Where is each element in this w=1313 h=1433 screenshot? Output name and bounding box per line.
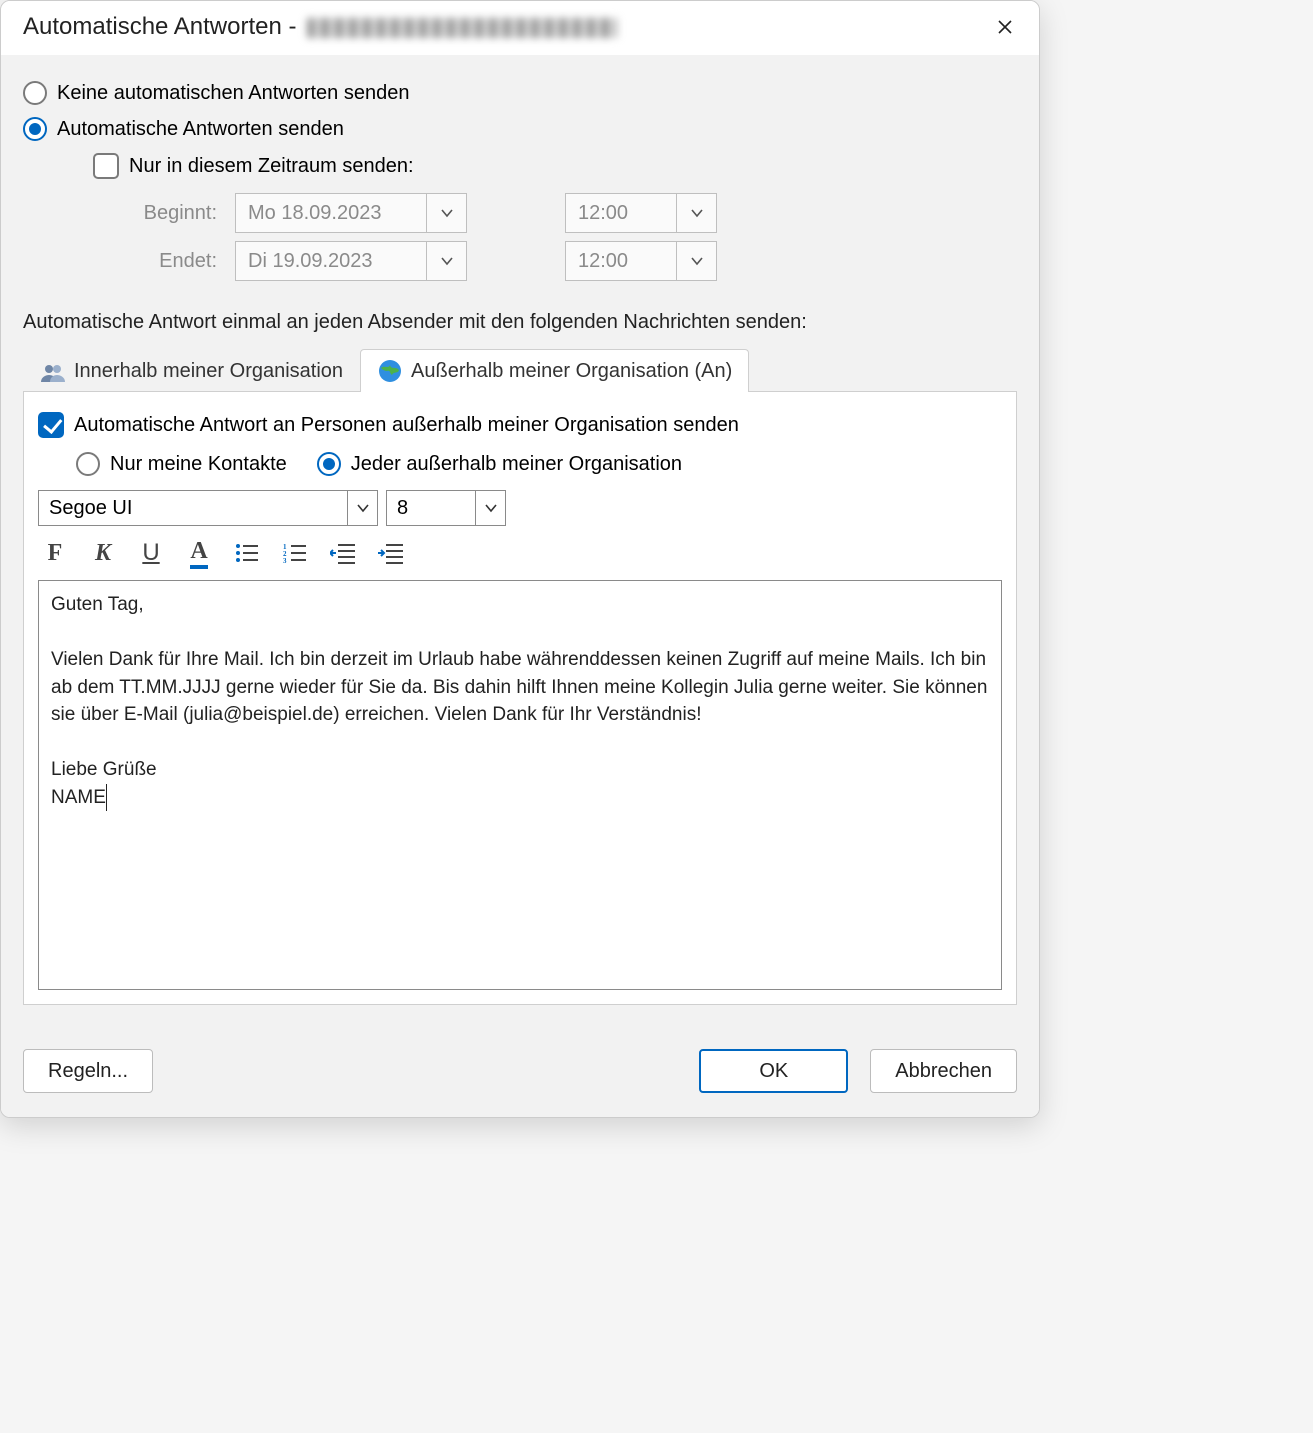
end-time-row: Endet: Di 19.09.2023 12:00 xyxy=(131,241,1017,281)
automatic-replies-dialog: Automatische Antworten - Keine automatis… xyxy=(0,0,1040,1118)
close-icon xyxy=(997,19,1013,35)
button-label: Regeln... xyxy=(48,1060,128,1083)
italic-button[interactable]: K xyxy=(88,538,118,568)
message-editor[interactable]: Guten Tag, Vielen Dank für Ihre Mail. Ic… xyxy=(38,580,1002,990)
font-size-value: 8 xyxy=(387,493,475,524)
underline-icon: U xyxy=(142,539,159,567)
bullet-list-icon xyxy=(235,542,259,564)
font-color-button[interactable]: A xyxy=(184,538,214,568)
bullet-list-button[interactable] xyxy=(232,538,262,568)
end-time-combo[interactable]: 12:00 xyxy=(565,241,717,281)
start-time-combo[interactable]: 12:00 xyxy=(565,193,717,233)
tab-inside-organization[interactable]: Innerhalb meiner Organisation xyxy=(23,351,360,391)
account-name-redacted xyxy=(307,18,617,38)
dialog-footer: Regeln... OK Abbrechen xyxy=(1,1027,1039,1117)
radio-everyone-outside[interactable]: Jeder außerhalb meiner Organisation xyxy=(317,452,682,476)
font-name-value: Segoe UI xyxy=(39,493,347,524)
ok-button[interactable]: OK xyxy=(699,1049,848,1093)
font-size-select[interactable]: 8 xyxy=(386,490,506,526)
radio-send-auto-replies[interactable]: Automatische Antworten senden xyxy=(23,111,1017,147)
radio-label: Nur meine Kontakte xyxy=(110,453,287,476)
font-name-select[interactable]: Segoe UI xyxy=(38,490,378,526)
button-label: Abbrechen xyxy=(895,1060,992,1083)
svg-text:3: 3 xyxy=(283,557,287,564)
underline-button[interactable]: U xyxy=(136,538,166,568)
radio-label: Keine automatischen Antworten senden xyxy=(57,82,409,105)
chevron-down-icon xyxy=(426,242,466,280)
bold-button[interactable]: F xyxy=(40,538,70,568)
numbered-list-button[interactable]: 123 xyxy=(280,538,310,568)
indent-button[interactable] xyxy=(376,538,406,568)
radio-label: Jeder außerhalb meiner Organisation xyxy=(351,453,682,476)
checkbox-icon xyxy=(93,153,119,179)
start-time-row: Beginnt: Mo 18.09.2023 12:00 xyxy=(131,193,1017,233)
tab-label: Außerhalb meiner Organisation (An) xyxy=(411,360,732,383)
radio-contacts-only[interactable]: Nur meine Kontakte xyxy=(76,452,287,476)
instruction-text: Automatische Antwort einmal an jeden Abs… xyxy=(23,311,1017,334)
checkbox-icon xyxy=(38,412,64,438)
titlebar: Automatische Antworten - xyxy=(1,1,1039,55)
end-date-value: Di 19.09.2023 xyxy=(236,242,426,280)
tab-label: Innerhalb meiner Organisation xyxy=(74,360,343,383)
close-button[interactable] xyxy=(987,9,1023,45)
start-date-combo[interactable]: Mo 18.09.2023 xyxy=(235,193,467,233)
chevron-down-icon xyxy=(347,491,377,525)
tabbar: Innerhalb meiner Organisation Außerhalb … xyxy=(23,348,1017,392)
bold-icon: F xyxy=(48,540,63,567)
end-date-combo[interactable]: Di 19.09.2023 xyxy=(235,241,467,281)
rules-button[interactable]: Regeln... xyxy=(23,1049,153,1093)
dialog-content: Keine automatischen Antworten senden Aut… xyxy=(1,55,1039,1027)
title-prefix: Automatische Antworten - xyxy=(23,13,303,40)
chevron-down-icon xyxy=(426,194,466,232)
checkbox-label: Automatische Antwort an Personen außerha… xyxy=(74,414,739,437)
tab-outside-organization[interactable]: Außerhalb meiner Organisation (An) xyxy=(360,349,749,392)
numbered-list-icon: 123 xyxy=(283,542,307,564)
start-date-value: Mo 18.09.2023 xyxy=(236,194,426,232)
window-title: Automatische Antworten - xyxy=(23,13,617,41)
button-label: OK xyxy=(759,1060,788,1083)
chevron-down-icon xyxy=(475,491,505,525)
checkbox-label: Nur in diesem Zeitraum senden: xyxy=(129,155,414,178)
end-time-value: 12:00 xyxy=(566,242,676,280)
radio-icon xyxy=(76,452,100,476)
checkbox-only-timerange[interactable]: Nur in diesem Zeitraum senden: xyxy=(93,147,1017,185)
format-toolbar: F K U A 123 xyxy=(38,536,1002,580)
tab-panel-outside: Automatische Antwort an Personen außerha… xyxy=(23,392,1017,1005)
radio-icon xyxy=(23,117,47,141)
checkbox-reply-outside[interactable]: Automatische Antwort an Personen außerha… xyxy=(38,406,1002,444)
globe-icon xyxy=(377,358,403,384)
outdent-button[interactable] xyxy=(328,538,358,568)
people-icon xyxy=(40,361,66,383)
audience-options: Nur meine Kontakte Jeder außerhalb meine… xyxy=(76,452,1002,476)
radio-label: Automatische Antworten senden xyxy=(57,118,344,141)
font-color-icon: A xyxy=(190,538,207,568)
chevron-down-icon xyxy=(676,242,716,280)
radio-icon xyxy=(317,452,341,476)
start-label: Beginnt: xyxy=(131,202,217,225)
start-time-value: 12:00 xyxy=(566,194,676,232)
chevron-down-icon xyxy=(676,194,716,232)
italic-icon: K xyxy=(95,540,111,567)
end-label: Endet: xyxy=(131,250,217,273)
radio-no-auto-replies[interactable]: Keine automatischen Antworten senden xyxy=(23,75,1017,111)
outdent-icon xyxy=(330,542,356,564)
indent-icon xyxy=(378,542,404,564)
font-controls: Segoe UI 8 xyxy=(38,490,1002,526)
radio-icon xyxy=(23,81,47,105)
cancel-button[interactable]: Abbrechen xyxy=(870,1049,1017,1093)
